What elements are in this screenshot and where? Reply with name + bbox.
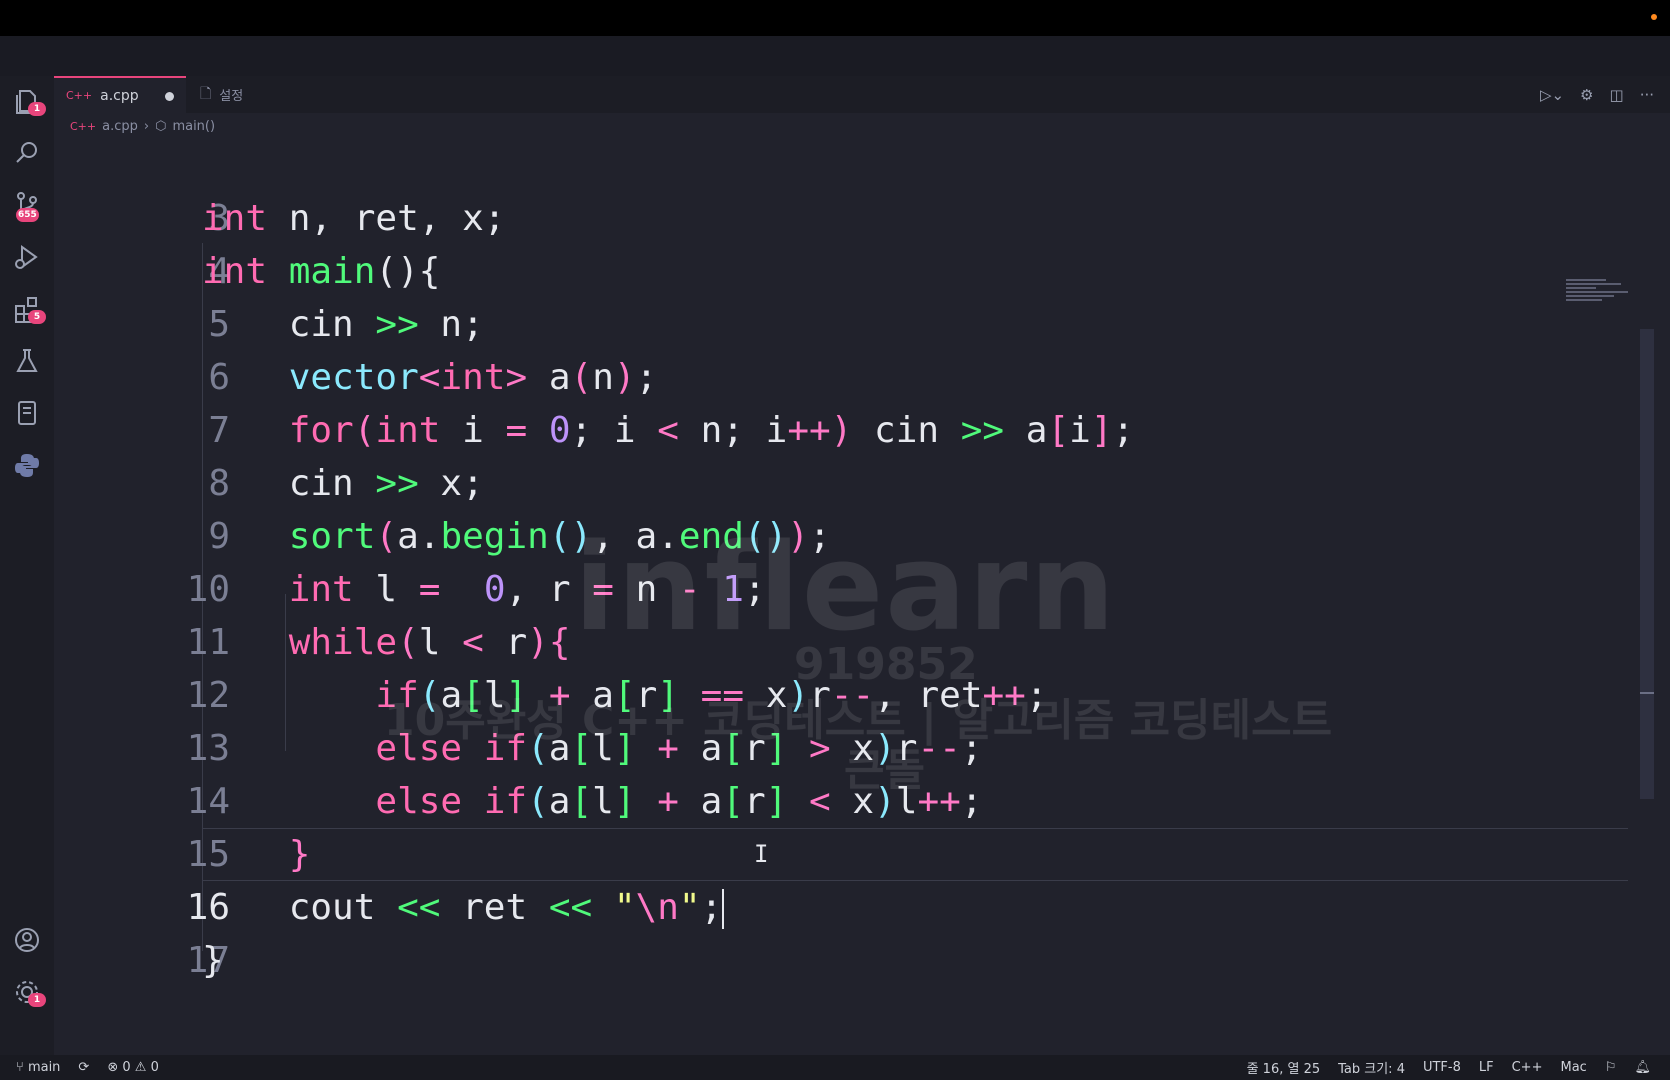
split-editor-icon[interactable]: ◫ [1610,86,1624,104]
warning-icon: ⚠ [134,1060,151,1075]
tab-settings[interactable]: 🗋 설정 [200,76,243,113]
notifications-bell-icon[interactable]: 🔔︎ [1634,1060,1651,1075]
code-line-current: 16 cout << ret << "\n"; I [54,828,1574,929]
extensions-icon[interactable]: 5 [12,294,46,324]
status-bar-right: 줄 16, 열 25 Tab 크기: 4 UTF-8 LF C++ Mac ⚐ … [1238,1055,1660,1080]
code-line: 17} [54,881,1574,981]
code-line: 10 int l = 0, r = n - 1; [54,510,1574,610]
run-debug-icon[interactable] [12,242,42,272]
run-code-icon[interactable]: ▷⌄ [1540,86,1564,104]
code-line: 9 sort(a.begin(), a.end()); [54,457,1574,557]
os-menu-bar [0,0,1670,36]
error-icon: ⊗ [107,1060,123,1075]
tab-a-cpp[interactable]: C++ a.cpp [54,76,186,113]
i-beam-cursor-icon: I [754,840,769,868]
code-editor[interactable]: 3 int n, ret, x; 4 int main(){ 5 cin >> n;… [54,139,1654,1055]
cpp-file-icon: C++ [70,119,97,133]
settings-badge: 1 [28,993,46,1007]
code-line: 6 vector<int> a(n); [54,298,1574,398]
status-bar: ⑂ main ⟳ ⊗ 0 ⚠ 0 줄 16, 열 25 Tab 크기: 4 UT… [0,1055,1670,1080]
scrollbar-marker [1640,692,1654,694]
code-line: 14 else if(a[l] + a[r] < x)l++; [54,722,1574,822]
vertical-scrollbar[interactable] [1640,329,1654,799]
code-line: 7 for(int i = 0; i < n; i++) cin >> a[i]… [54,351,1574,451]
python-icon[interactable] [12,450,42,480]
editor-tabs: C++ a.cpp 🗋 설정 [54,76,1670,113]
platform[interactable]: Mac [1560,1060,1586,1075]
testing-flask-icon[interactable] [12,346,42,376]
breadcrumb: C++ a.cpp › ⬡ main() [54,113,1670,139]
activity-bar: 1 655 5 1 [0,76,54,1055]
breadcrumb-file[interactable]: a.cpp [102,119,138,134]
code-line: 15 } [54,775,1574,875]
encoding[interactable]: UTF-8 [1423,1060,1461,1075]
code-line: 11 while(l < r){ [54,563,1574,663]
cursor-position[interactable]: 줄 16, 열 25 [1247,1058,1321,1077]
language-mode[interactable]: C++ [1512,1060,1543,1075]
explorer-icon[interactable]: 1 [12,86,46,116]
code-line: 13 else if(a[l] + a[r] > x)r--; [54,669,1574,769]
tab-label: a.cpp [100,87,139,104]
source-control-badge: 655 [16,208,39,222]
sync-icon[interactable]: ⟳ [78,1060,89,1075]
code-line: 12 if(a[l] + a[r] == x)r--, ret++; [54,616,1574,716]
feedback-icon[interactable]: ⚐ [1605,1060,1617,1075]
git-branch-icon: ⑂ [16,1060,28,1075]
chevron-right-icon: › [143,118,150,134]
breadcrumb-symbol[interactable]: main() [172,119,215,134]
code-line: 8 cin >> x; [54,404,1574,504]
title-bar: ← → ⌕ dev [0,36,1670,106]
problems-indicator[interactable]: ⊗ 0 ⚠ 0 [107,1060,159,1075]
notebook-icon[interactable] [12,398,42,428]
settings-gear-icon[interactable]: ⚙ [1580,86,1593,104]
editor-actions: ▷⌄ ⚙ ◫ ··· [1540,86,1654,104]
end-of-line[interactable]: LF [1479,1060,1494,1075]
account-icon[interactable] [12,925,42,955]
search-icon[interactable] [12,138,42,168]
cpp-file-icon: C++ [66,89,93,102]
explorer-badge: 1 [28,102,46,116]
minimap[interactable] [1566,277,1638,317]
manage-gear-icon[interactable]: 1 [12,977,46,1007]
file-icon: 🗋 [200,85,212,102]
extensions-badge: 5 [28,310,46,324]
cube-icon: ⬡ [155,118,167,134]
source-control-icon[interactable]: 655 [12,190,42,222]
tab-label: 설정 [219,89,244,104]
unsaved-dot-icon[interactable] [165,92,174,101]
tab-size[interactable]: Tab 크기: 4 [1338,1058,1405,1077]
code-line: 5 cin >> n; [54,245,1574,345]
recording-indicator [1651,14,1657,20]
code-line: 4 int main(){ [54,192,1574,292]
more-actions-icon[interactable]: ··· [1640,86,1654,104]
code-line: 3 int n, ret, x; [54,139,1574,239]
branch-indicator[interactable]: ⑂ main [16,1060,60,1075]
